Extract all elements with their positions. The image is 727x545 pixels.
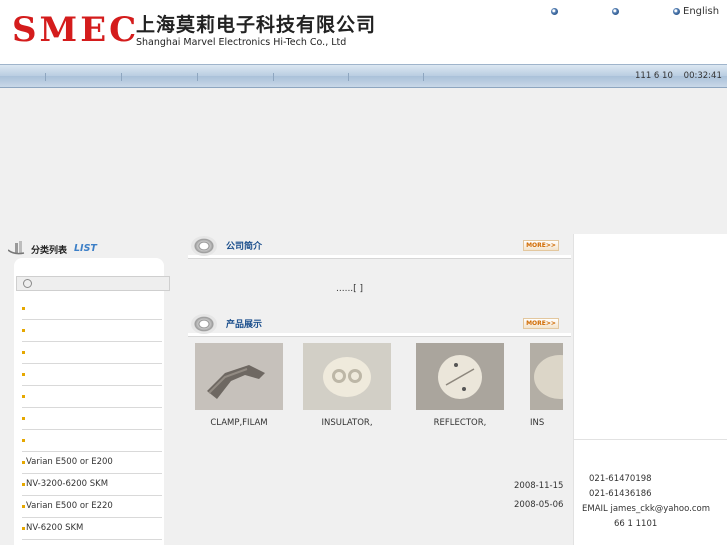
category-item[interactable] xyxy=(22,364,162,386)
right-panel xyxy=(574,234,727,440)
category-label[interactable]: Varian E500 or E200 xyxy=(26,452,113,473)
category-list: Varian E500 or E200 NV-3200-6200 SKM Var… xyxy=(22,298,162,540)
site-header: SMEC 上海莫莉电子科技有限公司 Shanghai Marvel Electr… xyxy=(0,0,727,64)
company-name-en: Shanghai Marvel Electronics Hi-Tech Co.,… xyxy=(136,37,347,48)
nav-separator xyxy=(121,73,122,81)
nav-time: 00:32:41 xyxy=(683,71,722,81)
phone-2: 021-61436186 xyxy=(589,489,652,499)
search-icon xyxy=(23,279,32,288)
products-more-button[interactable]: MORE>> xyxy=(523,318,559,329)
products-section-header: 产品展示 MORE>> xyxy=(188,312,571,337)
sidebar-title: 分类列表 xyxy=(31,246,68,256)
category-search[interactable] xyxy=(16,276,170,291)
logo[interactable]: SMEC xyxy=(12,10,139,50)
bullet-icon xyxy=(22,527,25,530)
about-section-header: 公司简介 MORE>> xyxy=(188,234,571,259)
nav-datetime: 111 6 10 00:32:41 xyxy=(635,71,722,82)
home-link-icon[interactable] xyxy=(551,8,558,15)
bullet-icon xyxy=(22,329,25,332)
bullet-icon xyxy=(22,307,25,310)
category-label[interactable]: NV-6200 SKM xyxy=(26,518,83,539)
category-item[interactable] xyxy=(22,342,162,364)
phone-1: 021-61470198 xyxy=(589,474,652,484)
about-title: 公司简介 xyxy=(226,242,263,252)
category-item[interactable]: NV-6200 SKM xyxy=(22,518,162,540)
category-item[interactable]: NV-3200-6200 SKM xyxy=(22,474,162,496)
product-card[interactable]: INS xyxy=(530,343,563,428)
bullet-icon xyxy=(22,351,25,354)
english-link-icon[interactable] xyxy=(673,8,680,15)
bullet-icon xyxy=(22,505,25,508)
nav-separator xyxy=(197,73,198,81)
category-item[interactable]: Varian E500 or E200 xyxy=(22,452,162,474)
section-divider xyxy=(188,333,571,337)
bullet-icon xyxy=(22,461,25,464)
category-item[interactable] xyxy=(22,430,162,452)
product-gallery: CLAMP,FILAM INSULATOR, REFLECTOR, INS xyxy=(194,343,563,433)
favorite-link-icon[interactable] xyxy=(612,8,619,15)
main-content: 公司简介 MORE>> ......[ ] 产品展示 MORE>> CLAMP,… xyxy=(184,234,573,545)
sidebar-title-en: LIST xyxy=(74,243,97,254)
contact-info: 021-61470198 021-61436186 EMAIL james_ck… xyxy=(574,472,727,532)
section-divider xyxy=(188,255,571,259)
category-item[interactable] xyxy=(22,386,162,408)
list-icon xyxy=(8,241,25,255)
product-image-insulator[interactable] xyxy=(303,343,391,410)
products-title: 产品展示 xyxy=(226,320,263,330)
about-text[interactable]: ......[ ] xyxy=(336,284,363,294)
camera-lens-icon xyxy=(191,314,217,334)
category-item[interactable]: Varian E500 or E220 xyxy=(22,496,162,518)
product-label[interactable]: REFLECTOR, xyxy=(416,418,504,428)
main-nav: 111 6 10 00:32:41 xyxy=(0,64,727,88)
nav-separator xyxy=(348,73,349,81)
bullet-icon xyxy=(22,483,25,486)
banner xyxy=(0,88,727,234)
bullet-icon xyxy=(22,395,25,398)
contact-sidebar: 021-61470198 021-61436186 EMAIL james_ck… xyxy=(573,234,727,545)
category-label[interactable]: Varian E500 or E220 xyxy=(26,496,113,517)
product-label[interactable]: CLAMP,FILAM xyxy=(195,418,283,428)
postcode: 66 1 1101 xyxy=(614,519,658,529)
bullet-icon xyxy=(22,373,25,376)
bullet-icon xyxy=(22,439,25,442)
bullet-icon xyxy=(22,417,25,420)
product-label[interactable]: INSULATOR, xyxy=(303,418,391,428)
english-link[interactable]: English xyxy=(683,6,719,18)
category-item[interactable] xyxy=(22,320,162,342)
product-image-reflector[interactable] xyxy=(416,343,504,410)
nav-date: 111 6 10 xyxy=(635,71,673,81)
about-more-button[interactable]: MORE>> xyxy=(523,240,559,251)
product-label[interactable]: INS xyxy=(530,418,563,428)
company-name-cn: 上海莫莉电子科技有限公司 xyxy=(136,14,377,36)
news-date: 2008-11-15 xyxy=(514,481,564,491)
product-image-clamp[interactable] xyxy=(195,343,283,410)
email[interactable]: EMAIL james_ckk@yahoo.com xyxy=(574,502,727,517)
category-item[interactable] xyxy=(22,408,162,430)
product-image-insulator-2[interactable] xyxy=(530,343,563,410)
product-card[interactable]: REFLECTOR, xyxy=(416,343,504,428)
camera-lens-icon xyxy=(191,236,217,256)
nav-separator xyxy=(423,73,424,81)
nav-separator xyxy=(273,73,274,81)
product-card[interactable]: CLAMP,FILAM xyxy=(195,343,283,428)
news-date: 2008-05-06 xyxy=(514,500,564,510)
category-label[interactable]: NV-3200-6200 SKM xyxy=(26,474,108,495)
product-card[interactable]: INSULATOR, xyxy=(303,343,391,428)
category-item[interactable] xyxy=(22,298,162,320)
nav-separator xyxy=(45,73,46,81)
